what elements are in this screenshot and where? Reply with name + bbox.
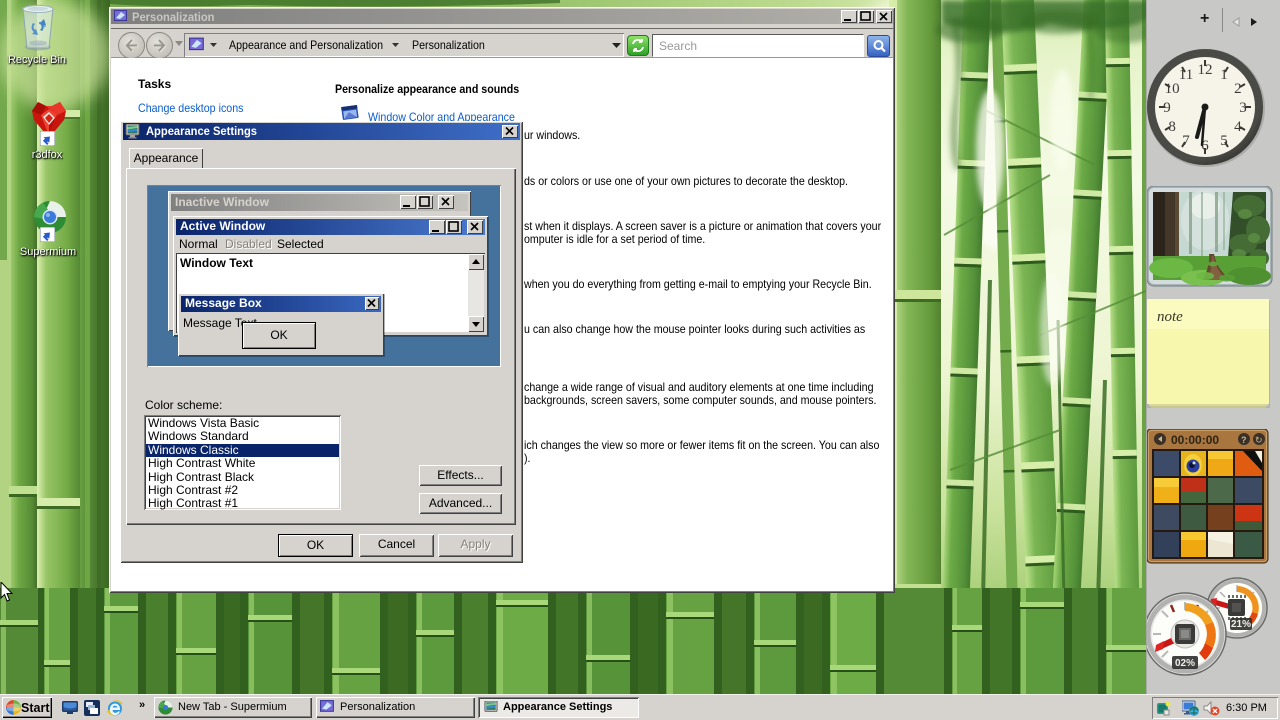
svg-text:02%: 02% xyxy=(1175,658,1195,669)
svg-text:2: 2 xyxy=(1234,81,1242,97)
svg-text:10: 10 xyxy=(1165,81,1180,97)
svg-text:11: 11 xyxy=(1179,67,1193,83)
svg-text:?: ? xyxy=(1241,435,1247,445)
svg-text:00:00:00: 00:00:00 xyxy=(1171,433,1219,447)
svg-text:↻: ↻ xyxy=(1255,435,1263,445)
svg-text:21%: 21% xyxy=(1231,619,1251,630)
svg-text:note: note xyxy=(1157,309,1183,325)
